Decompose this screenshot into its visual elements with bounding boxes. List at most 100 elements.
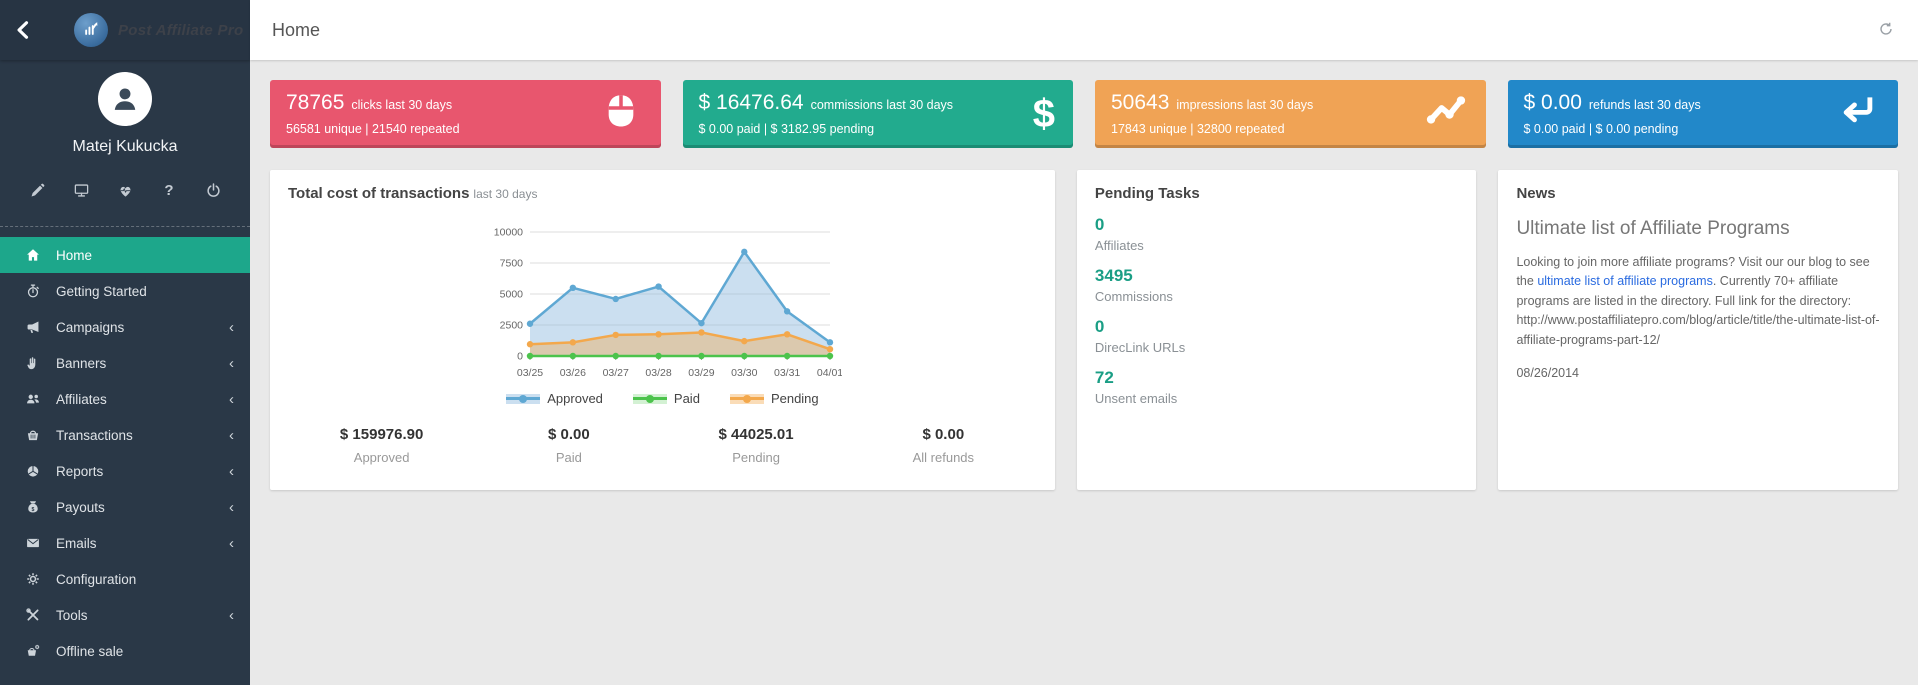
svg-text:10000: 10000 [494, 227, 523, 239]
impressions-stat-card[interactable]: 50643 impressions last 30 days 17843 uni… [1095, 80, 1486, 148]
sidebar-item-label: Configuration [56, 572, 234, 587]
stopwatch-icon [24, 283, 41, 300]
refunds-stat-card[interactable]: $ 0.00 refunds last 30 days $ 0.00 paid … [1508, 80, 1899, 148]
app-window: Post Affiliate Pro Matej Kukucka Home Ge… [0, 0, 1918, 685]
widgets-row: Total cost of transactions last 30 days 0… [270, 170, 1898, 490]
svg-text:03/27: 03/27 [603, 367, 629, 379]
pending-value[interactable]: 72 [1095, 368, 1459, 388]
legend-label: Approved [547, 391, 603, 406]
sidebar-item-campaigns[interactable]: Campaigns [0, 309, 250, 345]
clicks-subtext: 56581 unique | 21540 repeated [286, 122, 645, 136]
svg-text:03/31: 03/31 [774, 367, 800, 379]
news-link[interactable]: ultimate list of affiliate programs [1537, 274, 1713, 288]
commissions-value: $ 16476.64 [699, 91, 804, 115]
sidebar-menu: Home Getting Started Campaigns Banners A… [0, 237, 250, 685]
sidebar-item-label: Reports [56, 464, 229, 479]
pending-label: Unsent emails [1095, 391, 1459, 406]
heartbeat-icon[interactable] [115, 180, 135, 200]
chevron-left-icon [229, 608, 234, 623]
sidebar-item-home[interactable]: Home [0, 237, 250, 273]
transactions-chart-card: Total cost of transactions last 30 days 0… [270, 170, 1055, 490]
news-date: 08/26/2014 [1516, 366, 1880, 380]
clicks-stat-card[interactable]: 78765 clicks last 30 days 56581 unique |… [270, 80, 661, 148]
pending-tasks-title: Pending Tasks [1095, 185, 1459, 202]
news-headline: Ultimate list of Affiliate Programs [1516, 218, 1880, 240]
impressions-value: 50643 [1111, 91, 1169, 115]
summary-all-refunds: $ 0.00 All refunds [850, 426, 1037, 465]
sidebar-item-affiliates[interactable]: Affiliates [0, 381, 250, 417]
sidebar-item-label: Getting Started [56, 284, 234, 299]
summary-value: $ 0.00 [475, 426, 662, 443]
return-arrow-icon [1836, 90, 1880, 139]
summary-label: Paid [475, 450, 662, 465]
sidebar-item-tools[interactable]: Tools [0, 597, 250, 633]
refunds-caption: refunds last 30 days [1589, 98, 1701, 112]
app-logo-icon [74, 13, 108, 47]
sidebar-item-label: Emails [56, 536, 229, 551]
sidebar-item-offline-sale[interactable]: Offline sale [0, 633, 250, 669]
pending-label: Commissions [1095, 289, 1459, 304]
envelope-icon [24, 535, 41, 552]
clicks-value: 78765 [286, 91, 344, 115]
sidebar-item-payouts[interactable]: Payouts [0, 489, 250, 525]
legend-swatch-paid [633, 394, 667, 404]
svg-text:03/26: 03/26 [560, 367, 586, 379]
pending-value[interactable]: 0 [1095, 317, 1459, 337]
legend-swatch-pending [730, 394, 764, 404]
svg-text:0: 0 [518, 351, 524, 363]
power-logout-icon[interactable] [203, 180, 223, 200]
pending-value[interactable]: 3495 [1095, 266, 1459, 286]
svg-text:03/29: 03/29 [689, 367, 715, 379]
page-title: Home [272, 20, 320, 41]
svg-text:03/28: 03/28 [646, 367, 672, 379]
dollar-icon: $ [1033, 94, 1055, 134]
sidebar-item-label: Affiliates [56, 392, 229, 407]
pending-tasks-card: Pending Tasks 0 Affiliates 3495 Commissi… [1077, 170, 1477, 490]
sidebar-item-transactions[interactable]: Transactions [0, 417, 250, 453]
stat-cards-row: 78765 clicks last 30 days 56581 unique |… [270, 80, 1898, 148]
mouse-icon [599, 90, 643, 139]
chevron-left-icon [229, 392, 234, 407]
svg-text:04/01: 04/01 [817, 367, 842, 379]
svg-text:03/25: 03/25 [517, 367, 543, 379]
tools-icon [24, 607, 41, 624]
avatar[interactable] [98, 72, 152, 126]
legend-paid[interactable]: Paid [633, 391, 700, 406]
sidebar-header: Post Affiliate Pro [0, 0, 250, 60]
sidebar-item-getting-started[interactable]: Getting Started [0, 273, 250, 309]
help-icon[interactable] [159, 180, 179, 200]
monitor-icon[interactable] [71, 180, 91, 200]
summary-value: $ 0.00 [850, 426, 1037, 443]
refresh-icon[interactable] [1878, 21, 1896, 39]
sidebar-item-reports[interactable]: Reports [0, 453, 250, 489]
pending-value[interactable]: 0 [1095, 215, 1459, 235]
refunds-value: $ 0.00 [1524, 91, 1582, 115]
chart-card-title: Total cost of transactions last 30 days [288, 185, 1037, 202]
chevron-left-icon [229, 320, 234, 335]
chevron-left-icon [229, 464, 234, 479]
summary-label: Pending [662, 450, 849, 465]
sidebar-item-label: Payouts [56, 500, 229, 515]
money-bag-icon [24, 499, 41, 516]
sidebar-item-banners[interactable]: Banners [0, 345, 250, 381]
transactions-chart: 02500500075001000003/2503/2603/2703/2803… [482, 224, 842, 389]
sidebar-item-emails[interactable]: Emails [0, 525, 250, 561]
clicks-caption: clicks last 30 days [351, 98, 452, 112]
edit-profile-icon[interactable] [27, 180, 47, 200]
pending-label: Affiliates [1095, 238, 1459, 253]
sidebar: Post Affiliate Pro Matej Kukucka Home Ge… [0, 0, 250, 685]
summary-value: $ 159976.90 [288, 426, 475, 443]
sidebar-item-configuration[interactable]: Configuration [0, 561, 250, 597]
legend-approved[interactable]: Approved [506, 391, 603, 406]
basket-icon [24, 427, 41, 444]
commissions-caption: commissions last 30 days [811, 98, 953, 112]
summary-label: Approved [288, 450, 475, 465]
collapse-sidebar-button[interactable] [0, 19, 46, 41]
chevron-left-icon [229, 428, 234, 443]
legend-label: Pending [771, 391, 819, 406]
commissions-stat-card[interactable]: $ 16476.64 commissions last 30 days $ 0.… [683, 80, 1074, 148]
impressions-subtext: 17843 unique | 32800 repeated [1111, 122, 1470, 136]
chart-title-text: Total cost of transactions [288, 185, 469, 202]
legend-pending[interactable]: Pending [730, 391, 819, 406]
chart-title-range: last 30 days [473, 187, 537, 201]
